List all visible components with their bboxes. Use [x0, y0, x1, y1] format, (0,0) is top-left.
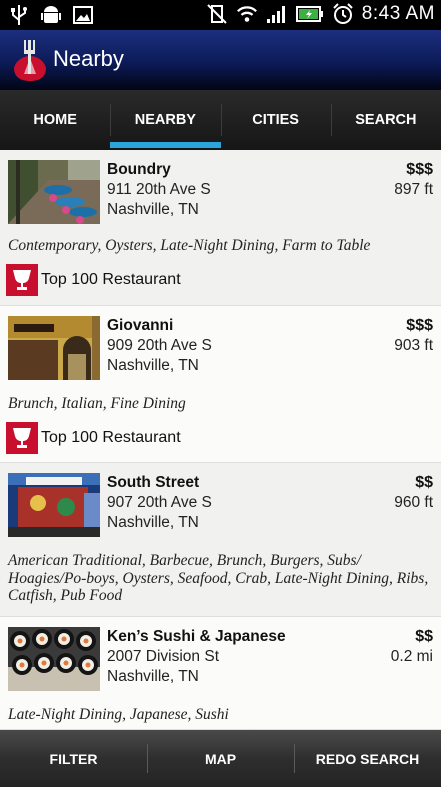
status-left-icons — [8, 4, 94, 26]
trophy-icon — [6, 422, 38, 454]
wifi-icon — [236, 3, 258, 25]
restaurant-city: Nashville, TN — [107, 668, 199, 685]
bottom-action-bar: FILTER MAP REDO SEARCH — [0, 730, 441, 787]
restaurant-name: Giovanni — [107, 317, 174, 334]
status-right-icons: 8:43 AM — [206, 3, 435, 25]
award-badge: Top 100 Restaurant — [6, 264, 181, 296]
restaurant-name: South Street — [107, 474, 200, 491]
signal-icon — [266, 3, 288, 25]
battery-icon — [295, 3, 324, 25]
android-debug-icon — [40, 4, 62, 26]
price-level: $$ — [415, 628, 433, 645]
tab-home[interactable]: HOME — [0, 90, 110, 150]
restaurant-address: 907 20th Ave S — [107, 494, 212, 511]
price-level: $$ — [415, 474, 433, 491]
page-title: Nearby — [53, 46, 124, 71]
restaurant-list-item[interactable]: Giovanni 909 20th Ave S Nashville, TN $$… — [0, 306, 441, 463]
vibrate-mute-icon — [206, 3, 228, 25]
restaurant-city: Nashville, TN — [107, 201, 199, 218]
restaurant-city: Nashville, TN — [107, 514, 199, 531]
tab-nearby[interactable]: NEARBY — [110, 90, 221, 150]
action-bar: Nearby — [0, 30, 441, 90]
restaurant-address: 911 20th Ave S — [107, 181, 211, 198]
fork-logo-icon[interactable] — [10, 38, 50, 82]
trophy-icon — [6, 264, 38, 296]
map-button[interactable]: MAP — [147, 730, 294, 787]
status-time: 8:43 AM — [361, 3, 435, 24]
distance: 897 ft — [394, 181, 433, 198]
restaurant-thumbnail — [8, 316, 100, 380]
restaurant-city: Nashville, TN — [107, 357, 199, 374]
award-label: Top 100 Restaurant — [41, 429, 181, 446]
restaurant-thumbnail — [8, 627, 100, 691]
cuisine-tags: Brunch, Italian, Fine Dining — [8, 395, 186, 412]
restaurant-list-item[interactable]: South Street 907 20th Ave S Nashville, T… — [0, 463, 441, 617]
tab-cities[interactable]: CITIES — [220, 90, 331, 150]
restaurant-list-item[interactable]: Boundry 911 20th Ave S Nashville, TN $$$… — [0, 150, 441, 306]
usb-icon — [8, 4, 30, 26]
restaurant-list[interactable]: Boundry 911 20th Ave S Nashville, TN $$$… — [0, 150, 441, 730]
status-bar: 8:43 AM — [0, 0, 441, 30]
cuisine-tags: American Traditional, Barbecue, Brunch, … — [8, 552, 429, 604]
alarm-icon — [332, 3, 354, 25]
restaurant-name: Ken’s Sushi & Japanese — [107, 628, 286, 645]
image-notification-icon — [72, 4, 94, 26]
redo-search-button[interactable]: REDO SEARCH — [294, 730, 441, 787]
award-label: Top 100 Restaurant — [41, 271, 181, 288]
restaurant-thumbnail — [8, 473, 100, 537]
price-level: $$$ — [406, 317, 433, 334]
restaurant-address: 2007 Division St — [107, 648, 220, 665]
restaurant-thumbnail — [8, 160, 100, 224]
distance: 960 ft — [394, 494, 433, 511]
restaurant-name: Boundry — [107, 161, 171, 178]
award-badge: Top 100 Restaurant — [6, 422, 181, 454]
distance: 0.2 mi — [390, 648, 433, 665]
tab-search[interactable]: SEARCH — [330, 90, 441, 150]
filter-button[interactable]: FILTER — [0, 730, 147, 787]
restaurant-address: 909 20th Ave S — [107, 337, 212, 354]
tab-bar: HOME NEARBY CITIES SEARCH — [0, 90, 441, 150]
distance: 903 ft — [394, 337, 433, 354]
cuisine-tags: Contemporary, Oysters, Late-Night Dining… — [8, 237, 371, 254]
cuisine-tags: Late-Night Dining, Japanese, Sushi — [8, 706, 229, 723]
restaurant-list-item[interactable]: Ken’s Sushi & Japanese 2007 Division St … — [0, 617, 441, 730]
price-level: $$$ — [406, 161, 433, 178]
